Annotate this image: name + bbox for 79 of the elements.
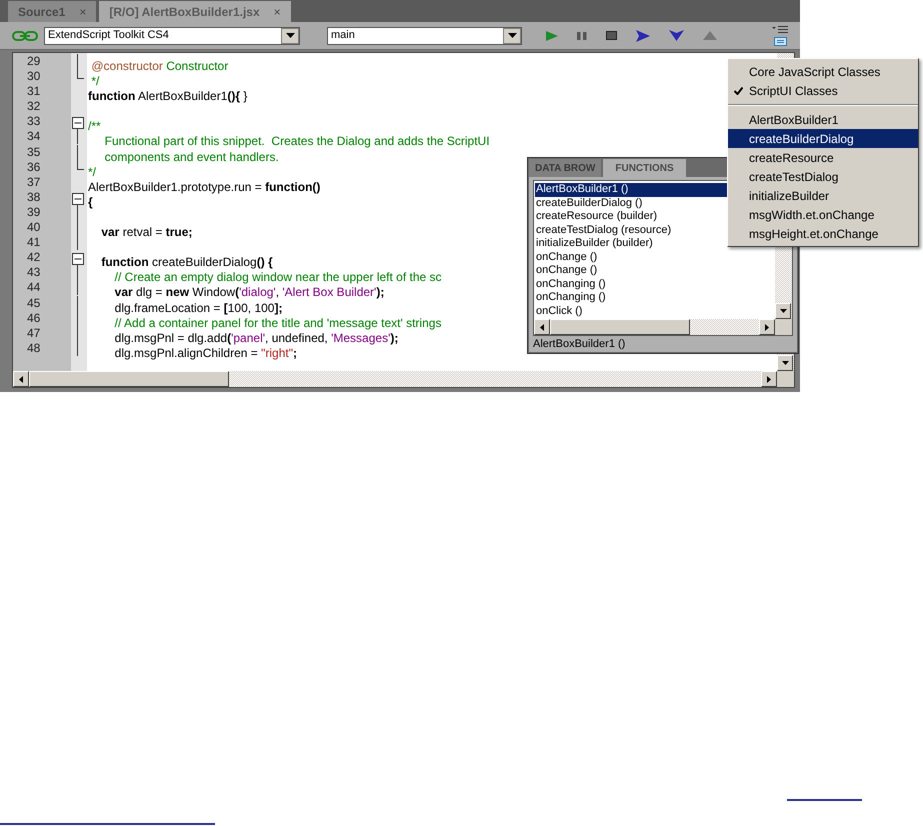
scroll-down-button[interactable] <box>777 355 793 371</box>
line-number: 37 <box>26 174 42 190</box>
menu-item[interactable]: msgHeight.et.onChange <box>728 224 918 243</box>
panel-tab[interactable]: FUNCTIONS <box>603 159 686 177</box>
scroll-right-button[interactable] <box>759 319 775 335</box>
line-number: 46 <box>26 310 42 326</box>
scroll-thumb[interactable] <box>550 319 690 335</box>
menu-item[interactable]: AlertBoxBuilder1 <box>728 110 918 129</box>
scrollbar-corner <box>777 371 794 387</box>
collapse-icon[interactable] <box>72 250 85 266</box>
line-number: 30 <box>26 69 42 84</box>
close-icon[interactable]: × <box>274 2 281 20</box>
scroll-right-button[interactable] <box>761 371 777 387</box>
code-line: function createBuilderDialog() { <box>100 255 273 270</box>
line-number: 32 <box>26 99 42 114</box>
status-text: AlertBoxBuilder1 () <box>533 336 626 352</box>
code-line: components and event handlers. <box>104 150 279 164</box>
arrow-right-icon[interactable] <box>636 30 650 42</box>
scrollbar-corner <box>775 319 792 335</box>
menu-item[interactable]: Core JavaScript Classes <box>728 62 918 81</box>
code-line: /** <box>88 119 101 134</box>
line-number: 36 <box>26 160 42 175</box>
menu-item[interactable]: createBuilderDialog <box>728 129 918 148</box>
code-line: dlg.msgPnl = dlg.add('panel', undefined, 'Messages'); <box>114 330 398 345</box>
line-number: 29 <box>26 54 42 70</box>
fold-end-line <box>77 160 85 170</box>
fold-line <box>77 54 79 69</box>
dropdown-caret-icon <box>286 32 294 38</box>
scroll-left-button[interactable] <box>13 371 29 387</box>
engine-dropdown[interactable]: main <box>327 26 522 44</box>
code-line: dlg.frameLocation = [100, 100]; <box>114 300 282 314</box>
panel-menu-icon[interactable] <box>772 24 788 46</box>
function-item[interactable]: onChanging () <box>535 278 775 291</box>
code-line: function AlertBoxBuilder1(){ } <box>88 89 248 104</box>
menu-item[interactable]: msgWidth.et.onChange <box>728 205 918 224</box>
function-item[interactable]: onClick () <box>535 304 775 318</box>
list-horizontal-scrollbar[interactable] <box>534 319 792 335</box>
collapse-icon[interactable] <box>72 114 85 130</box>
line-number: 45 <box>26 296 42 311</box>
menu-item[interactable]: createResource <box>728 148 918 167</box>
code-line: var retval = true; <box>100 225 192 240</box>
code-line: var dlg = new Window('dialog', 'Alert Box Builder'); <box>114 285 384 300</box>
line-number: 42 <box>26 250 42 266</box>
line-number: 38 <box>26 190 42 205</box>
fold-end-line <box>77 69 85 80</box>
dropdown-caret-icon <box>508 32 516 38</box>
editor-tab[interactable]: [R/O] AlertBoxBuilder1.jsx × <box>99 1 291 22</box>
code-line: AlertBoxBuilder1.prototype.run = function() <box>88 180 320 194</box>
function-item[interactable]: onChange () <box>535 250 775 264</box>
code-line: @constructor Constructor <box>90 59 228 73</box>
code-line: dlg.msgPnl.alignChildren = "right"; <box>114 346 297 360</box>
code-line: Functional part of this snippet. Creates the Dialog and adds the ScriptUI <box>104 134 490 148</box>
line-number: 33 <box>26 114 42 130</box>
function-item[interactable]: onChange () <box>535 264 775 278</box>
menu-item[interactable]: createTestDialog <box>728 167 918 186</box>
line-number: 48 <box>26 340 42 356</box>
code-line: { <box>88 194 93 209</box>
scroll-thumb[interactable] <box>29 371 229 387</box>
line-number: 40 <box>26 220 42 236</box>
code-line: */ <box>88 164 96 179</box>
code-line: */ <box>90 74 100 88</box>
line-number: 34 <box>26 129 42 145</box>
pause-icon[interactable] <box>577 32 587 40</box>
code-line: // Create an empty dialog window near the upper left of the sc <box>114 270 442 284</box>
code-line: // Add a container panel for the title and 'message text' strings <box>114 316 442 330</box>
horizontal-scrollbar[interactable] <box>13 371 777 387</box>
line-number: 43 <box>26 265 42 280</box>
line-number: 39 <box>26 204 42 220</box>
line-number: 35 <box>26 144 42 160</box>
menu-item[interactable]: ScriptUI Classes <box>728 81 918 100</box>
line-number: 41 <box>26 235 42 250</box>
target-dropdown[interactable]: ExtendScript Toolkit CS4 <box>44 26 300 44</box>
function-item[interactable]: onChanging () <box>535 291 775 304</box>
scroll-down-button[interactable] <box>775 303 791 319</box>
arrow-down-icon[interactable] <box>669 30 684 41</box>
scroll-left-button[interactable] <box>534 319 550 335</box>
line-number: 31 <box>26 84 42 100</box>
line-number: 47 <box>26 326 42 341</box>
line-number: 44 <box>26 280 42 296</box>
